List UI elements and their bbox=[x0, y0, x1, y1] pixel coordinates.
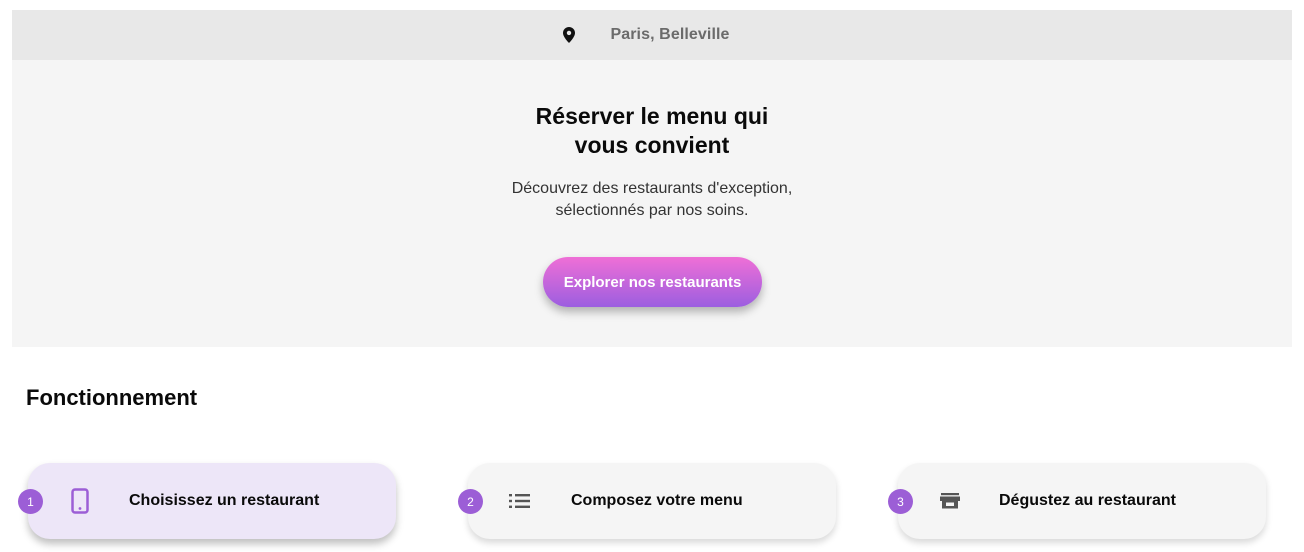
location-label: Paris, Belleville bbox=[610, 26, 730, 43]
step-card-choose-restaurant[interactable]: 1 Choisissez un restaurant bbox=[18, 463, 396, 539]
location-selector[interactable]: Paris, Belleville bbox=[563, 26, 730, 44]
how-it-works-title: Fonctionnement bbox=[26, 385, 198, 410]
hero-subtitle-line-2: sélectionnés par nos soins. bbox=[555, 202, 749, 219]
hero-title-line-1: Réserver le menu qui bbox=[535, 103, 769, 129]
step-number-badge: 2 bbox=[458, 489, 483, 514]
hero-title-line-2: vous convient bbox=[574, 132, 730, 158]
hero-title: Réserver le menu qui vous convient bbox=[12, 102, 1292, 160]
hero-subtitle: Découvrez des restaurants d'exception, s… bbox=[12, 178, 1292, 222]
step-card-enjoy-restaurant[interactable]: 3 Dégustez au restaurant bbox=[888, 463, 1266, 539]
list-icon bbox=[508, 489, 532, 513]
step-number-badge: 1 bbox=[18, 489, 43, 514]
hero-subtitle-line-1: Découvrez des restaurants d'exception, bbox=[511, 180, 793, 197]
location-bar: Paris, Belleville bbox=[12, 10, 1292, 60]
step-card-compose-menu[interactable]: 2 Composez votre menu bbox=[458, 463, 836, 539]
step-label: Dégustez au restaurant bbox=[999, 492, 1176, 509]
step-label: Composez votre menu bbox=[571, 492, 743, 509]
map-pin-icon bbox=[562, 27, 576, 43]
step-label: Choisissez un restaurant bbox=[129, 492, 320, 509]
page: Paris, Belleville Réserver le menu qui v… bbox=[0, 0, 1304, 552]
explore-restaurants-button[interactable]: Explorer nos restaurants bbox=[543, 257, 762, 307]
smartphone-icon bbox=[68, 488, 92, 514]
hero-section: Réserver le menu qui vous convient Décou… bbox=[12, 60, 1292, 347]
store-icon bbox=[938, 489, 962, 513]
step-number-badge: 3 bbox=[888, 489, 913, 514]
